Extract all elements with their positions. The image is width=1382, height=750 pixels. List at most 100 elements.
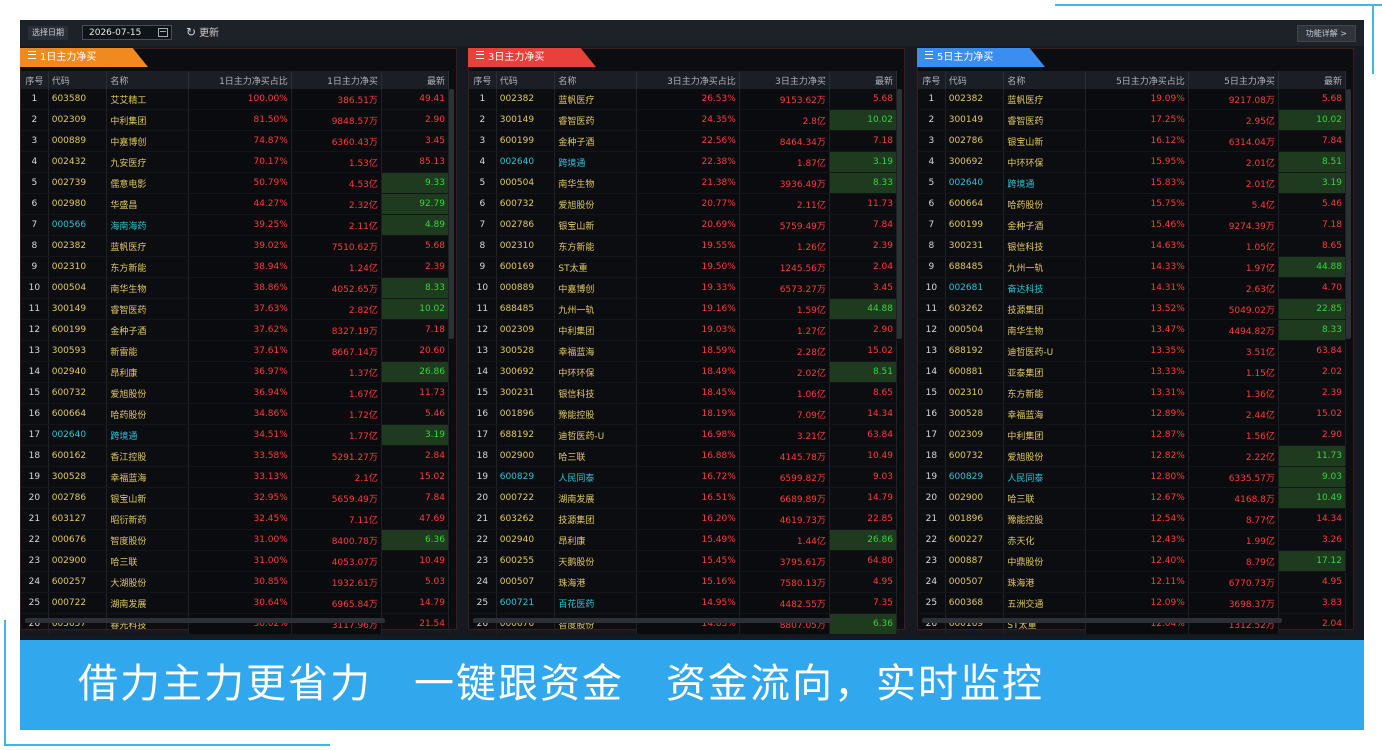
table-row[interactable]: 23 002900 哈三联 31.00% 4053.07万 10.49 bbox=[21, 550, 450, 572]
table-row[interactable]: 9 688485 九州一轨 14.33% 1.97亿 44.88 bbox=[918, 256, 1347, 278]
table-row[interactable]: 23 600255 天鹅股份 15.45% 3795.61万 64.80 bbox=[469, 550, 898, 572]
table-row[interactable]: 24 000507 珠海港 15.16% 7580.13万 4.95 bbox=[469, 571, 898, 593]
table-row[interactable]: 2 300149 睿智医药 24.35% 2.8亿 10.02 bbox=[469, 109, 898, 131]
header-name[interactable]: 名称 bbox=[1003, 71, 1087, 89]
table-row[interactable]: 5 000504 南华生物 21.38% 3936.49万 8.33 bbox=[469, 172, 898, 194]
table-row[interactable]: 18 002900 哈三联 16.88% 4145.78万 10.49 bbox=[469, 445, 898, 467]
table-row[interactable]: 4 002640 跨境通 22.38% 1.87亿 3.19 bbox=[469, 151, 898, 173]
table-row[interactable]: 24 600257 大湖股份 30.85% 1932.61万 5.03 bbox=[21, 571, 450, 593]
table-row[interactable]: 7 000566 海南海药 39.25% 2.11亿 4.89 bbox=[21, 214, 450, 236]
feature-detail-button[interactable]: 功能详解 > bbox=[1296, 25, 1356, 42]
table-row[interactable]: 21 603262 技源集团 16.20% 4619.73万 22.85 bbox=[469, 508, 898, 530]
table-row[interactable]: 9 002310 东方新能 38.94% 1.24亿 2.39 bbox=[21, 256, 450, 278]
table-row[interactable]: 20 000722 湖南发展 16.51% 6689.89万 14.79 bbox=[469, 487, 898, 509]
table-row[interactable]: 3 600199 金种子酒 22.56% 8464.34万 7.18 bbox=[469, 130, 898, 152]
table-row[interactable]: 1 603580 艾艾精工 100.00% 386.51万 49.41 bbox=[21, 89, 450, 110]
table-row[interactable]: 4 002432 九安医疗 70.17% 1.53亿 85.13 bbox=[21, 151, 450, 173]
table-row[interactable]: 10 002681 奋达科技 14.31% 2.63亿 4.70 bbox=[918, 277, 1347, 299]
table-row[interactable]: 18 600732 爱旭股份 12.82% 2.22亿 11.73 bbox=[918, 445, 1347, 467]
header-net-ratio[interactable]: 5日主力净买占比 bbox=[1085, 71, 1189, 89]
table-row[interactable]: 7 002786 银宝山新 20.69% 5759.49万 7.84 bbox=[469, 214, 898, 236]
table-row[interactable]: 2 002309 中利集团 81.50% 9848.57万 2.90 bbox=[21, 109, 450, 131]
table-row[interactable]: 4 300692 中环环保 15.95% 2.01亿 8.51 bbox=[918, 151, 1347, 173]
table-row[interactable]: 6 600664 哈药股份 15.75% 5.4亿 5.46 bbox=[918, 193, 1347, 215]
table-row[interactable]: 10 000889 中嘉博创 19.33% 6573.27万 3.45 bbox=[469, 277, 898, 299]
header-net-buy[interactable]: 1日主力净买 bbox=[291, 71, 382, 89]
table-row[interactable]: 22 002940 昂利康 15.49% 1.44亿 26.86 bbox=[469, 529, 898, 551]
table-row[interactable]: 8 300231 银信科技 14.63% 1.05亿 8.65 bbox=[918, 235, 1347, 257]
table-row[interactable]: 25 600368 五洲交通 12.09% 3698.37万 3.83 bbox=[918, 592, 1347, 614]
table-row[interactable]: 12 000504 南华生物 13.47% 4494.82万 8.33 bbox=[918, 319, 1347, 341]
table-row[interactable]: 13 688192 迪哲医药-U 13.35% 3.51亿 63.84 bbox=[918, 340, 1347, 362]
table-row[interactable]: 11 300149 睿智医药 37.63% 2.82亿 10.02 bbox=[21, 298, 450, 320]
table-row[interactable]: 15 002310 东方新能 13.31% 1.36亿 2.39 bbox=[918, 382, 1347, 404]
table-row[interactable]: 5 002640 跨境通 15.83% 2.01亿 3.19 bbox=[918, 172, 1347, 194]
table-row[interactable]: 7 600199 金种子酒 15.46% 9274.39万 7.18 bbox=[918, 214, 1347, 236]
table-row[interactable]: 15 300231 银信科技 18.45% 1.06亿 8.65 bbox=[469, 382, 898, 404]
header-name[interactable]: 名称 bbox=[106, 71, 190, 89]
table-row[interactable]: 22 600227 赤天化 12.43% 1.99亿 3.26 bbox=[918, 529, 1347, 551]
table-row[interactable]: 6 600732 爱旭股份 20.77% 2.11亿 11.73 bbox=[469, 193, 898, 215]
table-row[interactable]: 17 002640 跨境通 34.51% 1.77亿 3.19 bbox=[21, 424, 450, 446]
table-row[interactable]: 19 600829 人民同泰 16.72% 6599.82万 9.03 bbox=[469, 466, 898, 488]
header-index[interactable]: 序号 bbox=[469, 71, 497, 89]
table-row[interactable]: 16 001896 豫能控股 18.19% 7.09亿 14.34 bbox=[469, 403, 898, 425]
horizontal-scrollbar[interactable] bbox=[922, 618, 1282, 623]
table-row[interactable]: 17 688192 迪哲医药-U 16.98% 3.21亿 63.84 bbox=[469, 424, 898, 446]
horizontal-scrollbar[interactable] bbox=[473, 618, 833, 623]
calendar-icon[interactable] bbox=[158, 28, 168, 37]
header-last-price[interactable]: 最新 bbox=[829, 71, 898, 89]
header-code[interactable]: 代码 bbox=[945, 71, 1005, 89]
panel-tab[interactable]: 1日主力净买 bbox=[20, 48, 148, 67]
table-row[interactable]: 3 002786 银宝山新 16.12% 6314.04万 7.84 bbox=[918, 130, 1347, 152]
header-net-ratio[interactable]: 3日主力净买占比 bbox=[636, 71, 740, 89]
table-row[interactable]: 12 600199 金种子酒 37.62% 8327.19万 7.18 bbox=[21, 319, 450, 341]
table-row[interactable]: 25 600721 百花医药 14.95% 4482.55万 7.35 bbox=[469, 592, 898, 614]
header-last-price[interactable]: 最新 bbox=[1278, 71, 1347, 89]
table-row[interactable]: 8 002382 蓝帆医疗 39.02% 7510.62万 5.68 bbox=[21, 235, 450, 257]
header-last-price[interactable]: 最新 bbox=[381, 71, 450, 89]
table-row[interactable]: 13 300593 新雷能 37.61% 8667.14万 20.60 bbox=[21, 340, 450, 362]
refresh-button[interactable]: ↻ 更新 bbox=[186, 25, 219, 41]
table-row[interactable]: 1 002382 蓝帆医疗 26.53% 9153.62万 5.68 bbox=[469, 89, 898, 110]
table-row[interactable]: 2 300149 睿智医药 17.25% 2.95亿 10.02 bbox=[918, 109, 1347, 131]
table-row[interactable]: 3 000889 中嘉博创 74.87% 6360.43万 3.45 bbox=[21, 130, 450, 152]
table-row[interactable]: 25 000722 湖南发展 30.64% 6965.84万 14.79 bbox=[21, 592, 450, 614]
table-row[interactable]: 26 600169 ST太重 12.04% 1312.52万 2.04 bbox=[918, 613, 1347, 635]
vertical-scrollbar[interactable] bbox=[1346, 89, 1351, 339]
header-net-buy[interactable]: 3日主力净买 bbox=[739, 71, 830, 89]
table-row[interactable]: 6 002980 华盛昌 44.27% 2.32亿 92.79 bbox=[21, 193, 450, 215]
table-row[interactable]: 20 002786 银宝山新 32.95% 5659.49万 7.84 bbox=[21, 487, 450, 509]
table-row[interactable]: 11 688485 九州一轨 19.16% 1.59亿 44.88 bbox=[469, 298, 898, 320]
header-index[interactable]: 序号 bbox=[918, 71, 946, 89]
table-row[interactable]: 13 300528 幸福蓝海 18.59% 2.28亿 15.02 bbox=[469, 340, 898, 362]
header-net-buy[interactable]: 5日主力净买 bbox=[1188, 71, 1279, 89]
header-name[interactable]: 名称 bbox=[554, 71, 638, 89]
table-row[interactable]: 21 603127 昭衍新药 32.45% 7.11亿 47.69 bbox=[21, 508, 450, 530]
table-row[interactable]: 21 001896 豫能控股 12.54% 8.77亿 14.34 bbox=[918, 508, 1347, 530]
table-row[interactable]: 15 600732 爱旭股份 36.94% 1.67亿 11.73 bbox=[21, 382, 450, 404]
table-row[interactable]: 22 000676 智度股份 31.00% 8400.78万 6.36 bbox=[21, 529, 450, 551]
header-code[interactable]: 代码 bbox=[48, 71, 108, 89]
vertical-scrollbar[interactable] bbox=[449, 89, 454, 339]
table-row[interactable]: 10 000504 南华生物 38.86% 4052.65万 8.33 bbox=[21, 277, 450, 299]
table-row[interactable]: 19 300528 幸福蓝海 33.13% 2.1亿 15.02 bbox=[21, 466, 450, 488]
table-row[interactable]: 8 002310 东方新能 19.55% 1.26亿 2.39 bbox=[469, 235, 898, 257]
table-row[interactable]: 26 000676 智度股份 14.83% 8807.05万 6.36 bbox=[469, 613, 898, 635]
header-net-ratio[interactable]: 1日主力净买占比 bbox=[188, 71, 292, 89]
date-picker[interactable]: 2026-07-15 bbox=[82, 25, 172, 40]
table-row[interactable]: 24 000507 珠海港 12.11% 6770.73万 4.95 bbox=[918, 571, 1347, 593]
header-index[interactable]: 序号 bbox=[21, 71, 49, 89]
panel-tab[interactable]: 3日主力净买 bbox=[468, 48, 596, 67]
header-code[interactable]: 代码 bbox=[496, 71, 556, 89]
table-row[interactable]: 14 002940 昂利康 36.97% 1.37亿 26.86 bbox=[21, 361, 450, 383]
table-row[interactable]: 23 000887 中鼎股份 12.40% 8.79亿 17.12 bbox=[918, 550, 1347, 572]
panel-tab[interactable]: 5日主力净买 bbox=[917, 48, 1045, 67]
table-row[interactable]: 14 600881 亚泰集团 13.33% 1.15亿 2.02 bbox=[918, 361, 1347, 383]
table-row[interactable]: 20 002900 哈三联 12.67% 4168.8万 10.49 bbox=[918, 487, 1347, 509]
table-row[interactable]: 14 300692 中环环保 18.49% 2.02亿 8.51 bbox=[469, 361, 898, 383]
table-row[interactable]: 11 603262 技源集团 13.52% 5049.02万 22.85 bbox=[918, 298, 1347, 320]
table-row[interactable]: 5 002739 儒意电影 50.79% 4.53亿 9.33 bbox=[21, 172, 450, 194]
table-row[interactable]: 17 002309 中利集团 12.87% 1.56亿 2.90 bbox=[918, 424, 1347, 446]
table-row[interactable]: 16 300528 幸福蓝海 12.89% 2.44亿 15.02 bbox=[918, 403, 1347, 425]
